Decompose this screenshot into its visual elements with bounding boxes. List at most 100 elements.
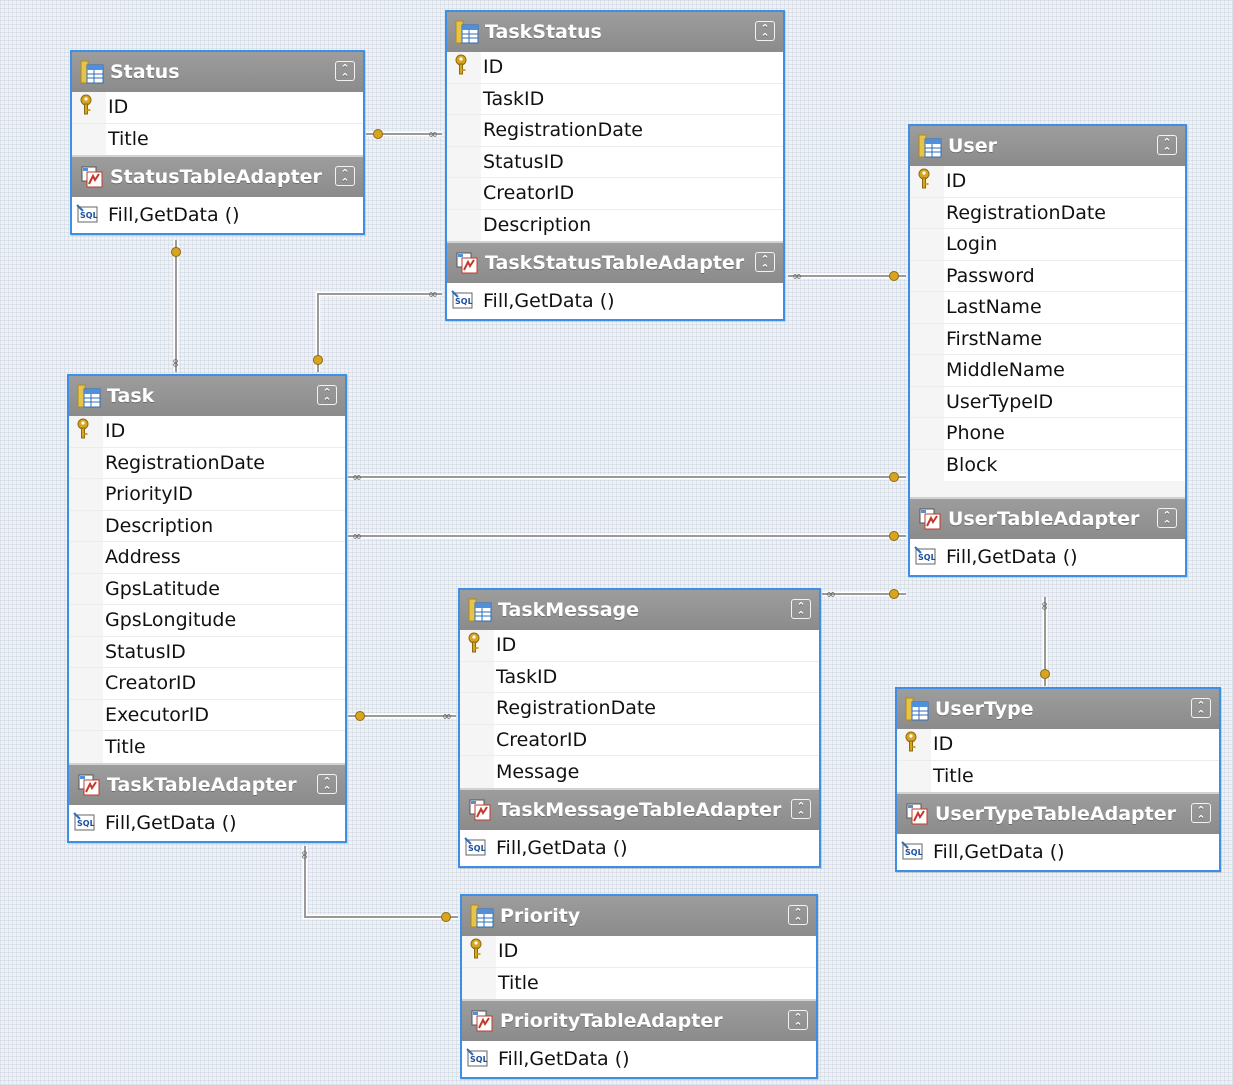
column-row[interactable]: TaskID bbox=[447, 84, 783, 115]
table-header[interactable]: Task ⌃ ⌃ bbox=[69, 376, 345, 416]
column-name: RegistrationDate bbox=[496, 697, 656, 720]
primary-key-icon bbox=[470, 938, 482, 959]
column-name: Block bbox=[946, 454, 998, 477]
column-row[interactable]: Login bbox=[910, 229, 1185, 261]
primary-key-icon bbox=[77, 418, 89, 439]
table-taskstatus[interactable]: TaskStatus ⌃ ⌃ ID TaskID RegistrationDate… bbox=[445, 10, 785, 321]
table-adapter-header[interactable]: TaskTableAdapter ⌃ ⌃ bbox=[69, 762, 345, 805]
column-row[interactable]: Address bbox=[69, 542, 345, 574]
table-adapter-header[interactable]: PriorityTableAdapter ⌃ ⌃ bbox=[462, 999, 816, 1041]
column-row[interactable]: UserTypeID bbox=[910, 387, 1185, 418]
table-header[interactable]: Priority ⌃ ⌃ bbox=[462, 896, 816, 936]
table-header[interactable]: TaskStatus ⌃ ⌃ bbox=[447, 12, 783, 52]
column-name: Title bbox=[933, 765, 974, 788]
column-name: PriorityID bbox=[105, 483, 193, 506]
collapse-chevron-icon[interactable]: ⌃ ⌃ bbox=[1157, 135, 1177, 157]
table-adapter-header[interactable]: UserTypeTableAdapter ⌃ ⌃ bbox=[897, 792, 1219, 834]
collapse-chevron-icon[interactable]: ⌃ ⌃ bbox=[335, 166, 355, 188]
collapse-chevron-icon[interactable]: ⌃ ⌃ bbox=[791, 599, 811, 621]
column-row[interactable]: ID bbox=[72, 92, 363, 124]
collapse-chevron-icon[interactable]: ⌃ ⌃ bbox=[788, 905, 808, 927]
table-header[interactable]: Status ⌃ ⌃ bbox=[72, 52, 363, 92]
column-row[interactable]: ID bbox=[910, 166, 1185, 198]
adapter-method-row[interactable]: SQL Fill,GetData () bbox=[910, 539, 1185, 575]
collapse-chevron-icon[interactable]: ⌃ ⌃ bbox=[791, 798, 811, 821]
table-adapter-header[interactable]: UserTableAdapter ⌃ ⌃ bbox=[910, 497, 1185, 539]
table-header[interactable]: TaskMessage ⌃ ⌃ bbox=[460, 590, 819, 630]
collapse-chevron-icon[interactable]: ⌃ ⌃ bbox=[335, 61, 355, 83]
column-row[interactable]: ID bbox=[460, 630, 819, 662]
adapter-method-row[interactable]: SQL Fill,GetData () bbox=[462, 1041, 816, 1077]
column-row[interactable]: Message bbox=[460, 756, 819, 788]
column-row[interactable]: CreatorID bbox=[69, 668, 345, 700]
adapter-method-name: Fill,GetData () bbox=[498, 1048, 630, 1070]
collapse-chevron-icon[interactable]: ⌃ ⌃ bbox=[1157, 508, 1177, 530]
collapse-chevron-icon[interactable]: ⌃ ⌃ bbox=[755, 252, 775, 274]
column-row[interactable]: RegistrationDate bbox=[69, 448, 345, 479]
collapse-chevron-icon[interactable]: ⌃ ⌃ bbox=[755, 21, 775, 43]
table-title: UserType bbox=[935, 698, 1034, 720]
table-header[interactable]: User ⌃ ⌃ bbox=[910, 126, 1185, 166]
column-row[interactable]: RegistrationDate bbox=[447, 115, 783, 147]
column-row[interactable]: Title bbox=[462, 968, 816, 1000]
table-status[interactable]: Status ⌃ ⌃ ID Title StatusTableAdapter ⌃ ⌃… bbox=[70, 50, 365, 235]
primary-key-icon bbox=[468, 632, 480, 653]
collapse-chevron-icon[interactable]: ⌃ ⌃ bbox=[1191, 698, 1211, 720]
sql-query-icon: SQL bbox=[73, 811, 95, 830]
column-name: TaskID bbox=[496, 665, 558, 688]
collapse-chevron-icon[interactable]: ⌃ ⌃ bbox=[1191, 803, 1211, 825]
table-adapter-header[interactable]: TaskMessageTableAdapter ⌃ ⌃ bbox=[460, 787, 819, 830]
table-adapter-icon bbox=[906, 803, 928, 825]
column-row[interactable]: CreatorID bbox=[447, 178, 783, 210]
table-adapter-header[interactable]: StatusTableAdapter ⌃ ⌃ bbox=[72, 155, 363, 197]
column-row[interactable]: GpsLongitude bbox=[69, 605, 345, 637]
column-row[interactable]: Description bbox=[69, 511, 345, 542]
column-row[interactable]: RegistrationDate bbox=[910, 198, 1185, 229]
adapter-method-row[interactable]: SQL Fill,GetData () bbox=[72, 197, 363, 233]
column-row[interactable]: LastName bbox=[910, 292, 1185, 324]
adapter-method-row[interactable]: SQL Fill,GetData () bbox=[460, 830, 819, 866]
column-name: FirstName bbox=[946, 327, 1043, 350]
adapter-method-row[interactable]: SQL Fill,GetData () bbox=[897, 834, 1219, 870]
adapter-method-row[interactable]: SQL Fill,GetData () bbox=[447, 283, 783, 319]
table-usertype[interactable]: UserType ⌃ ⌃ ID Title UserTypeTableAdapte… bbox=[895, 687, 1221, 872]
column-row[interactable]: GpsLatitude bbox=[69, 574, 345, 605]
collapse-chevron-icon[interactable]: ⌃ ⌃ bbox=[317, 385, 337, 407]
table-adapter-header[interactable]: TaskStatusTableAdapter ⌃ ⌃ bbox=[447, 241, 783, 283]
column-row[interactable]: MiddleName bbox=[910, 355, 1185, 387]
column-row[interactable]: CreatorID bbox=[460, 725, 819, 756]
table-user[interactable]: User ⌃ ⌃ ID RegistrationDate Login Passwo… bbox=[908, 124, 1187, 577]
column-row[interactable]: TaskID bbox=[460, 662, 819, 693]
table-header[interactable]: UserType ⌃ ⌃ bbox=[897, 689, 1219, 729]
collapse-chevron-icon[interactable]: ⌃ ⌃ bbox=[317, 773, 337, 796]
primary-key-icon bbox=[80, 94, 92, 115]
relation-many-end-icon: ∞ bbox=[428, 127, 438, 141]
column-row[interactable]: ID bbox=[447, 52, 783, 84]
table-taskmessage[interactable]: TaskMessage ⌃ ⌃ ID TaskID RegistrationDat… bbox=[458, 588, 821, 868]
adapter-method-row[interactable]: SQL Fill,GetData () bbox=[69, 805, 345, 841]
column-row[interactable]: Title bbox=[897, 761, 1219, 793]
column-row[interactable]: Phone bbox=[910, 418, 1185, 450]
column-row[interactable]: Description bbox=[447, 210, 783, 242]
column-row[interactable]: ID bbox=[462, 936, 816, 968]
collapse-chevron-icon[interactable]: ⌃ ⌃ bbox=[788, 1010, 808, 1032]
column-row[interactable]: Password bbox=[910, 261, 1185, 292]
column-row[interactable]: Title bbox=[69, 731, 345, 763]
table-priority[interactable]: Priority ⌃ ⌃ ID Title PriorityTableAdapte… bbox=[460, 894, 818, 1079]
relation-line-halo bbox=[302, 846, 458, 920]
relation-key-end-icon bbox=[889, 271, 899, 281]
column-row[interactable]: RegistrationDate bbox=[460, 693, 819, 725]
adapter-method-name: Fill,GetData () bbox=[105, 811, 237, 834]
column-row[interactable]: StatusID bbox=[447, 147, 783, 178]
table-adapter-title: UserTableAdapter bbox=[948, 508, 1140, 530]
column-row[interactable]: ID bbox=[897, 729, 1219, 761]
column-row[interactable]: Block bbox=[910, 450, 1185, 482]
adapter-method-name: Fill,GetData () bbox=[933, 841, 1065, 863]
column-row[interactable]: Title bbox=[72, 124, 363, 156]
column-row[interactable]: StatusID bbox=[69, 637, 345, 668]
table-task[interactable]: Task ⌃ ⌃ ID RegistrationDate PriorityID D… bbox=[67, 374, 347, 843]
column-row[interactable]: PriorityID bbox=[69, 479, 345, 511]
column-row[interactable]: FirstName bbox=[910, 324, 1185, 355]
column-row[interactable]: ID bbox=[69, 416, 345, 448]
column-row[interactable]: ExecutorID bbox=[69, 700, 345, 731]
